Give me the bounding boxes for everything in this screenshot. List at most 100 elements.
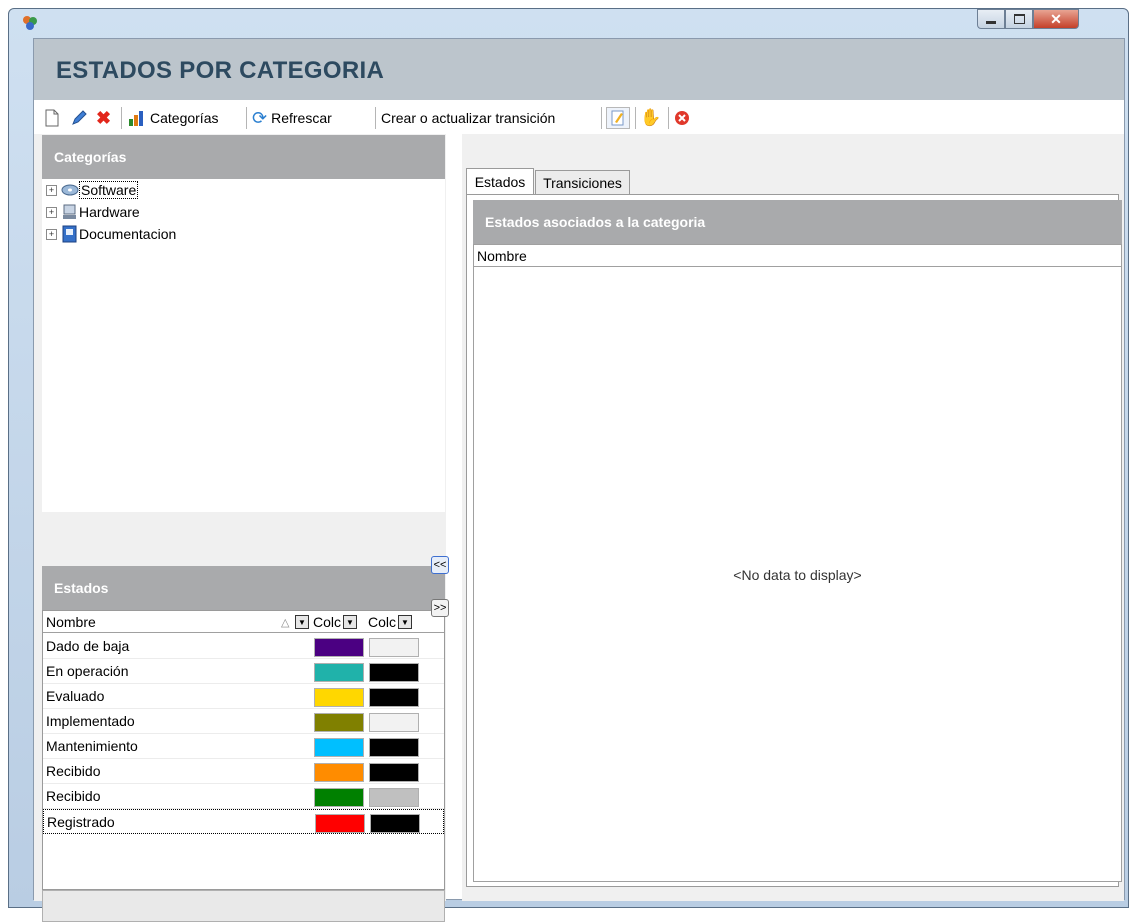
hand-button[interactable]: ✋ (640, 107, 662, 129)
pencil-icon (72, 110, 87, 125)
text-color-swatch[interactable] (369, 713, 419, 732)
empty-grid-message: <No data to display> (733, 567, 862, 583)
bar-chart-icon (129, 111, 143, 126)
chevron-down-icon[interactable]: ▼ (343, 615, 358, 629)
column-header-text-color[interactable]: Colc ▼ (368, 613, 420, 631)
categorias-panel-header: Categorías (42, 135, 445, 179)
table-row[interactable]: Recibido (43, 784, 444, 809)
table-row[interactable]: Dado de baja (43, 634, 444, 659)
minimize-icon (986, 20, 996, 24)
crear-transicion-button[interactable]: Crear o actualizar transición (381, 107, 601, 129)
table-row[interactable]: Recibido (43, 759, 444, 784)
expand-icon[interactable]: + (46, 228, 57, 240)
tree-node-software[interactable]: + Software (42, 179, 139, 201)
move-left-button[interactable]: << (431, 556, 449, 574)
toolbar: ✖ Categorías ⟳ Refrescar Crear o actuali… (34, 100, 1124, 134)
color-swatch[interactable] (314, 738, 364, 757)
filter-dropdown-button[interactable]: ▼ (293, 613, 309, 631)
expand-icon[interactable]: + (46, 206, 57, 218)
form-header: ESTADOS POR CATEGORIA (34, 39, 1124, 100)
categorias-tree[interactable]: + Software + Hardware + Documentacion (42, 179, 445, 512)
tree-node-hardware[interactable]: + Hardware (42, 201, 140, 223)
text-color-swatch[interactable] (369, 738, 419, 757)
notes-button[interactable] (606, 107, 630, 129)
hand-icon: ✋ (640, 108, 662, 127)
text-color-swatch[interactable] (369, 788, 419, 807)
row-name-cell: En operación (46, 663, 129, 679)
tree-label: Hardware (79, 204, 140, 220)
categorias-label: Categorías (150, 110, 219, 126)
column-header-nombre[interactable]: Nombre (474, 245, 1121, 267)
estados-panel-header: Estados (42, 566, 445, 610)
close-circle-icon (675, 111, 689, 125)
row-name-cell: Recibido (46, 788, 101, 804)
close-button[interactable]: ✕ (1033, 9, 1079, 29)
tab-estados[interactable]: Estados (466, 168, 534, 194)
text-color-swatch[interactable] (369, 688, 419, 707)
table-row[interactable]: Implementado (43, 709, 444, 734)
toolbar-separator (121, 107, 122, 129)
refresh-icon: ⟳ (252, 107, 268, 128)
refrescar-button[interactable]: ⟳ Refrescar (252, 107, 372, 129)
text-color-swatch[interactable] (369, 638, 419, 657)
maximize-button[interactable] (1005, 9, 1033, 29)
edit-button[interactable] (70, 107, 90, 129)
table-row[interactable]: Mantenimiento (43, 734, 444, 759)
tree-node-documentacion[interactable]: + Documentacion (42, 223, 176, 245)
asociados-grid[interactable]: Nombre <No data to display> (473, 244, 1122, 882)
estados-grid[interactable]: Nombre △ ▼ Colc ▼ Colc ▼ Dado de baja En op… (42, 610, 445, 890)
chevron-down-icon: ▼ (295, 615, 309, 629)
row-name-cell: Mantenimiento (46, 738, 138, 754)
grid-footer (42, 890, 445, 922)
tree-label: Software (79, 181, 139, 199)
text-color-swatch[interactable] (369, 763, 419, 782)
application-window: ✕ ESTADOS POR CATEGORIA ✖ Categorías ⟳ R… (8, 8, 1129, 922)
color-swatch[interactable] (315, 814, 365, 833)
table-row[interactable]: En operación (43, 659, 444, 684)
color-swatch[interactable] (314, 788, 364, 807)
minimize-button[interactable] (977, 9, 1005, 29)
color-swatch[interactable] (314, 688, 364, 707)
text-color-swatch[interactable] (369, 663, 419, 682)
expand-icon[interactable]: + (46, 184, 57, 196)
title-bar[interactable]: ✕ (9, 9, 1128, 37)
row-name-cell: Implementado (46, 713, 135, 729)
tab-transiciones[interactable]: Transiciones (535, 170, 630, 194)
row-name-cell: Dado de baja (46, 638, 130, 654)
close-icon: ✕ (1050, 10, 1062, 27)
color-swatch[interactable] (314, 713, 364, 732)
asociados-panel-header: Estados asociados a la categoria (473, 200, 1122, 244)
categorias-button[interactable]: Categorías (128, 107, 243, 129)
table-row[interactable]: Registrado (43, 809, 444, 834)
column-header-color[interactable]: Colc ▼ (313, 613, 365, 631)
chevron-down-icon[interactable]: ▼ (398, 615, 413, 629)
text-color-swatch[interactable] (370, 814, 420, 833)
crear-transicion-label: Crear o actualizar transición (381, 110, 556, 126)
delete-icon: ✖ (96, 107, 112, 128)
row-name-cell: Recibido (46, 763, 101, 779)
column-header-nombre[interactable]: Nombre (46, 613, 96, 631)
row-name-cell: Evaluado (46, 688, 105, 704)
color-swatch[interactable] (314, 763, 364, 782)
grid-header: Nombre △ ▼ Colc ▼ Colc ▼ (43, 611, 444, 633)
document-icon (62, 225, 77, 243)
new-button[interactable] (44, 107, 64, 129)
close-form-button[interactable] (674, 107, 694, 129)
table-row[interactable]: Evaluado (43, 684, 444, 709)
delete-button[interactable]: ✖ (96, 107, 116, 129)
toolbar-separator (601, 107, 602, 129)
software-icon (61, 184, 79, 196)
move-right-button[interactable]: >> (431, 599, 449, 617)
toolbar-separator (375, 107, 376, 129)
left-pane: Categorías + Software + Hardware + Docum… (34, 134, 446, 922)
right-pane: Estados Transiciones Estados asociados a… (462, 134, 1124, 901)
sort-ascending-icon[interactable]: △ (281, 613, 289, 631)
color-swatch[interactable] (314, 638, 364, 657)
tab-content: Estados asociados a la categoria Nombre … (466, 194, 1122, 887)
toolbar-separator (635, 107, 636, 129)
tree-label: Documentacion (79, 226, 177, 242)
refrescar-label: Refrescar (271, 110, 332, 126)
color-swatch[interactable] (314, 663, 364, 682)
new-document-icon (45, 109, 59, 127)
client-area: ESTADOS POR CATEGORIA ✖ Categorías ⟳ Ref… (33, 38, 1125, 922)
